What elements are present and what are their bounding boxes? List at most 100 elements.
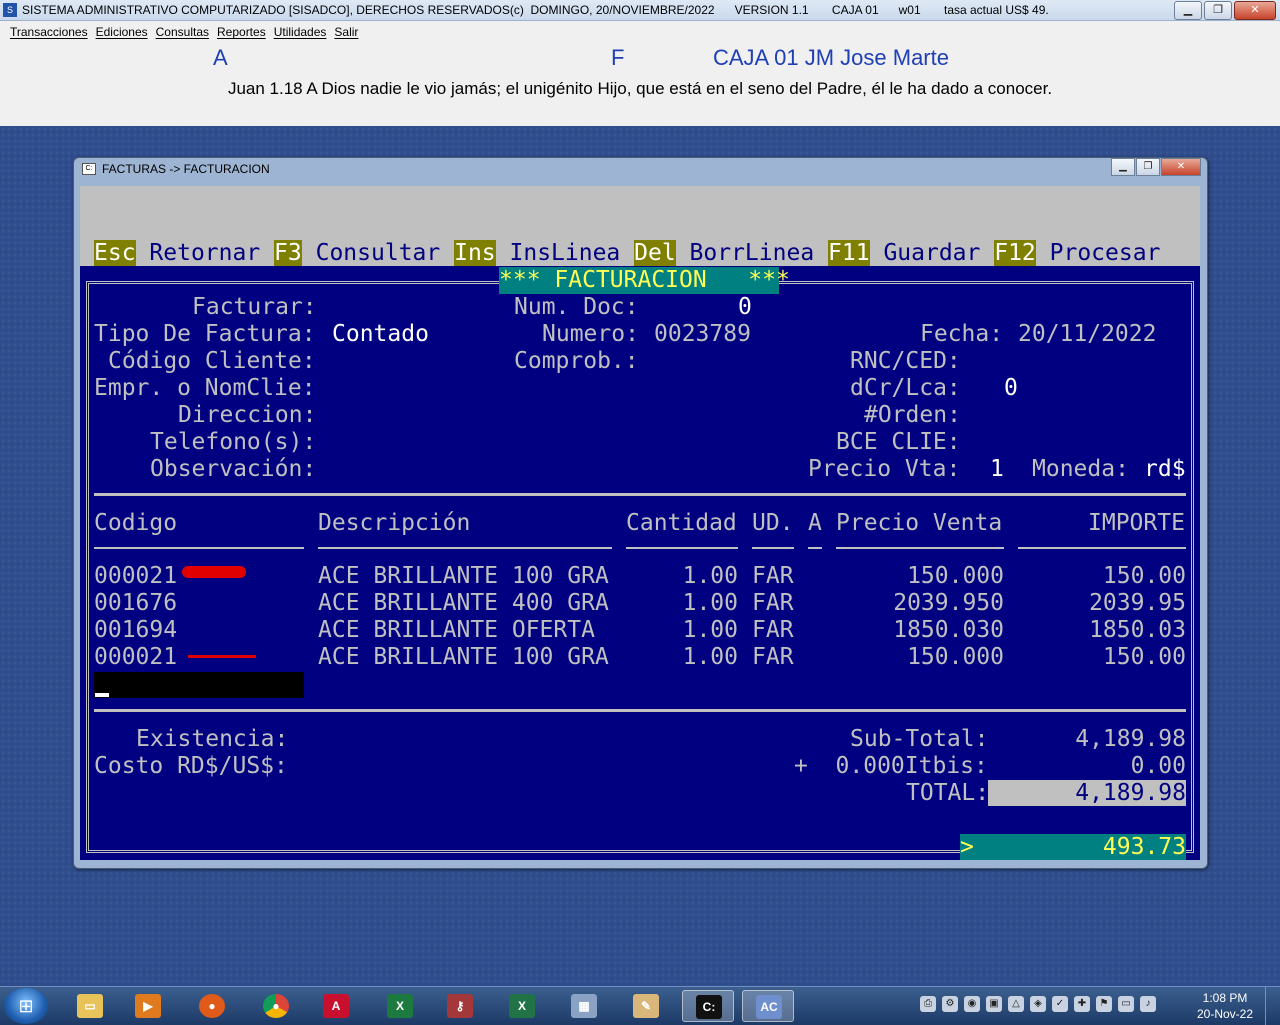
divider-bottom <box>94 709 1186 712</box>
hotkey-del[interactable]: Del <box>634 240 676 266</box>
monitor-icon[interactable]: ▭ <box>1118 996 1134 1012</box>
bible-verse: Juan 1.18 A Dios nadie le vio jamás; el … <box>227 79 1053 98</box>
row-descripcion: ACE BRILLANTE OFERTA <box>318 617 595 643</box>
taskbar-excel[interactable]: X <box>374 990 426 1022</box>
taskbar-acrobat[interactable]: A <box>310 990 362 1022</box>
printer-icon[interactable]: ⎙ <box>920 996 936 1012</box>
minimize-icon[interactable]: ▁ <box>1174 1 1202 20</box>
col-header-a: A <box>808 510 822 536</box>
row-codigo: 001694 <box>94 617 178 643</box>
row-importe: 1850.03 <box>1089 617 1186 643</box>
menu-area: Transacciones Ediciones Consultas Report… <box>0 21 1280 126</box>
console-window-icon: C: <box>82 163 96 175</box>
codigo-entry-field[interactable] <box>94 672 304 698</box>
red-line-mark <box>188 655 256 658</box>
security-icon[interactable]: ✓ <box>1052 996 1068 1012</box>
close-icon[interactable]: ✕ <box>1161 158 1201 176</box>
col-header-ud: UD. <box>752 510 794 536</box>
app-title: SISTEMA ADMINISTRATIVO COMPUTARIZADO [SI… <box>22 3 1049 17</box>
taskbar-access[interactable]: ⚷ <box>434 990 486 1022</box>
excel-icon: X <box>387 994 413 1018</box>
row-importe: 150.00 <box>1102 563 1186 589</box>
avast-icon[interactable]: ◈ <box>1030 996 1046 1012</box>
folder-icon: ▭ <box>77 994 103 1018</box>
hotkey-bar: Esc Retornar F3 Consultar Ins InsLinea D… <box>94 240 1160 266</box>
taskbar-firefox[interactable]: ● <box>186 990 238 1022</box>
underline-importe <box>1018 547 1186 549</box>
menu-salir[interactable]: Salir <box>334 25 358 39</box>
col-header-cantidad: Cantidad <box>626 510 737 536</box>
taskbar-calculator[interactable]: ▦ <box>558 990 610 1022</box>
window-controls: ▁ ❐ ✕ <box>1174 1 1276 20</box>
total-value: 4,189.98 <box>1075 780 1186 806</box>
row-codigo: 000021 <box>94 644 178 670</box>
menu-reportes[interactable]: Reportes <box>217 25 266 39</box>
menu-ediciones[interactable]: Ediciones <box>96 25 148 39</box>
hotkey-esc[interactable]: Esc <box>94 240 136 266</box>
antivirus-icon[interactable]: ✚ <box>1074 996 1090 1012</box>
row-precio: 150.000 <box>907 644 1004 670</box>
taskbar-media-player[interactable]: ▶ <box>122 990 174 1022</box>
taskbar-cmd[interactable]: C: <box>682 990 734 1022</box>
taskbar-paint[interactable]: ✎ <box>620 990 672 1022</box>
restore-icon[interactable]: ❐ <box>1136 158 1160 176</box>
network-icon[interactable]: ◉ <box>964 996 980 1012</box>
hotkey-label-procesar[interactable]: Procesar <box>1050 240 1161 266</box>
hotkey-ins[interactable]: Ins <box>454 240 496 266</box>
tipo-factura-value[interactable]: Contado <box>332 321 429 347</box>
codigo-cliente-label: Código Cliente: <box>108 348 316 374</box>
row-importe: 2039.95 <box>1089 590 1186 616</box>
show-desktop-button[interactable] <box>1265 987 1280 1025</box>
spreadsheet-icon: X <box>509 994 535 1018</box>
row-importe: 150.00 <box>1102 644 1186 670</box>
underline-a <box>808 547 822 549</box>
menu-transacciones[interactable]: Transacciones <box>10 25 88 39</box>
media-player-icon: ▶ <box>135 994 161 1018</box>
drive-icon[interactable]: ▣ <box>986 996 1002 1012</box>
numero-label: Numero: <box>542 321 639 347</box>
warning-icon[interactable]: △ <box>1008 996 1024 1012</box>
header-caja: CAJA 01 JM Jose Marte <box>713 45 949 70</box>
tools-icon[interactable]: ⚙ <box>942 996 958 1012</box>
hotkey-label-guardar[interactable]: Guardar <box>883 240 980 266</box>
paint-palette-icon: ✎ <box>633 994 659 1018</box>
row-ud: FAR <box>752 644 794 670</box>
app-icon: S <box>3 3 17 17</box>
taskbar-excel-2[interactable]: X <box>496 990 548 1022</box>
orden-label: #Orden: <box>864 402 961 428</box>
hotkey-label-consultar[interactable]: Consultar <box>316 240 441 266</box>
subtotal-value: 4,189.98 <box>1075 726 1186 752</box>
volume-icon[interactable]: ♪ <box>1140 996 1156 1012</box>
usd-total-value: 493.73 <box>1102 834 1186 860</box>
flag-icon[interactable]: ⚑ <box>1096 996 1112 1012</box>
row-cantidad: 1.00 <box>682 563 738 589</box>
minimize-icon[interactable]: ▁ <box>1111 158 1135 176</box>
taskbar-chrome[interactable]: ● <box>250 990 302 1022</box>
clock-date: 20-Nov-22 <box>1196 1007 1254 1021</box>
row-precio: 150.000 <box>907 563 1004 589</box>
sub-window-controls: ▁ ❐ ✕ <box>1111 158 1201 176</box>
taskbar-explorer[interactable]: ▭ <box>64 990 116 1022</box>
command-prompt-icon: C: <box>696 995 722 1019</box>
hotkey-f3[interactable]: F3 <box>274 240 302 266</box>
fecha-value: 20/11/2022 <box>1018 321 1157 347</box>
taskbar-clock[interactable]: 1:08 PM 20-Nov-22 <box>1190 990 1260 1022</box>
hotkey-label-inslinea[interactable]: InsLinea <box>510 240 621 266</box>
restore-icon[interactable]: ❐ <box>1204 1 1232 20</box>
empr-nomclie-label: Empr. o NomClie: <box>94 375 316 401</box>
row-ud: FAR <box>752 590 794 616</box>
start-button[interactable]: ⊞ <box>4 988 48 1024</box>
menu-consultas[interactable]: Consultas <box>156 25 209 39</box>
underline-descripcion <box>318 547 612 549</box>
close-icon[interactable]: ✕ <box>1234 1 1276 20</box>
telefono-label: Telefono(s): <box>150 429 317 455</box>
hotkey-f11[interactable]: F11 <box>828 240 870 266</box>
red-scribble-mark <box>182 566 246 578</box>
moneda-label: Moneda: <box>1032 456 1129 482</box>
hotkey-label-borrlinea[interactable]: BorrLinea <box>690 240 815 266</box>
hotkey-f12[interactable]: F12 <box>994 240 1036 266</box>
taskbar-sisadco[interactable]: AC <box>742 990 794 1022</box>
hotkey-label-retornar[interactable]: Retornar <box>149 240 260 266</box>
row-descripcion: ACE BRILLANTE 400 GRA <box>318 590 609 616</box>
menu-utilidades[interactable]: Utilidades <box>274 25 327 39</box>
